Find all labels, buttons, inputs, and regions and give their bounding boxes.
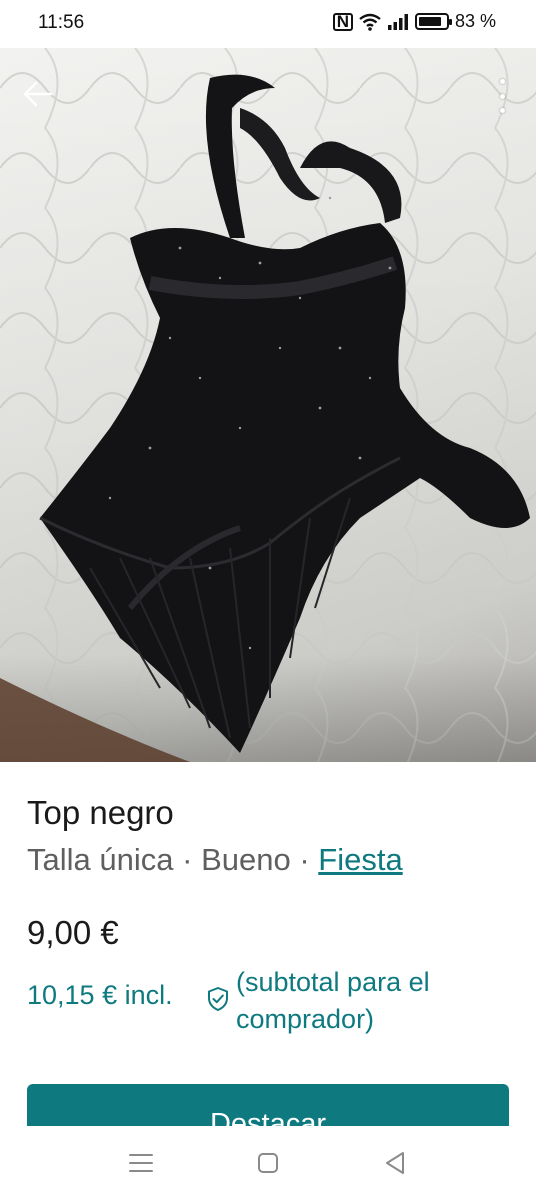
meta-separator: · [182, 842, 193, 877]
arrow-left-icon [23, 81, 53, 107]
battery-fill [418, 17, 441, 26]
status-time: 11:56 [38, 12, 85, 33]
buyer-price-note: (subtotal para el comprador) [236, 967, 430, 1034]
item-title: Top negro [27, 794, 174, 831]
photo-image [0, 48, 536, 762]
item-size: Talla única [27, 842, 174, 877]
shield-check-icon[interactable] [206, 986, 230, 1012]
buyer-price[interactable]: 10,15 € incl. [27, 980, 173, 1011]
system-nav-bar [0, 1126, 536, 1200]
back-button[interactable] [20, 76, 56, 112]
more-options-button[interactable] [494, 76, 510, 116]
item-meta: Talla única · Bueno · Fiesta [27, 842, 403, 878]
meta-separator: · [299, 842, 310, 877]
nfc-icon: N [332, 12, 353, 31]
item-photo[interactable] [0, 48, 536, 762]
more-vertical-icon [499, 79, 505, 84]
wifi-icon [359, 13, 381, 31]
home-icon[interactable] [253, 1150, 283, 1176]
item-price: 9,00 € [27, 914, 119, 951]
battery-percent: 83 % [454, 11, 496, 31]
item-category-link[interactable]: Fiesta [318, 842, 402, 877]
status-icons: N 83 % [332, 11, 496, 32]
signal-icon [387, 13, 408, 30]
battery-icon [414, 13, 452, 30]
back-icon[interactable] [381, 1150, 411, 1176]
menu-icon[interactable] [126, 1150, 156, 1176]
item-condition: Bueno [201, 842, 291, 877]
status-bar: 11:56 N 83 % [0, 0, 536, 48]
